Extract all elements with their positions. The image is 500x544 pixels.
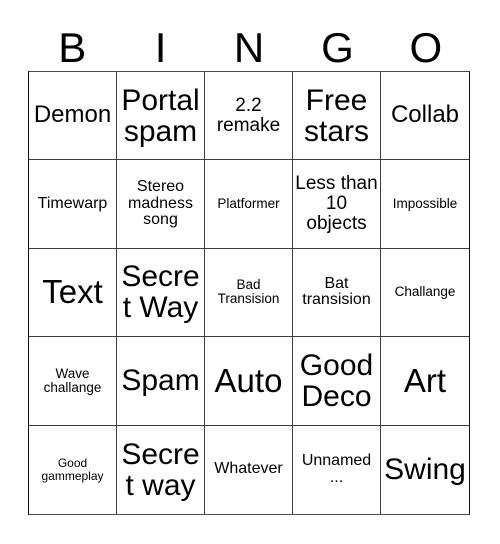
- header-letter-n: N: [233, 24, 265, 71]
- bingo-cell[interactable]: Free stars: [293, 72, 381, 161]
- bingo-cell[interactable]: Timewarp: [29, 160, 117, 249]
- bingo-cell-label: Secret way: [121, 437, 200, 502]
- bingo-cell-label: Good gammeplay: [41, 456, 104, 483]
- bingo-cell[interactable]: Good Deco: [293, 337, 381, 426]
- bingo-cell[interactable]: Portal spam: [117, 72, 205, 161]
- bingo-cell[interactable]: Art: [381, 337, 469, 426]
- bingo-cell[interactable]: Good gammeplay: [29, 425, 117, 514]
- bingo-cell[interactable]: 2.2 remake: [205, 72, 293, 161]
- bingo-cell-label: Whatever: [214, 460, 283, 478]
- header-letter-b: B: [58, 24, 87, 71]
- bingo-cell-label: Secret Way: [121, 260, 200, 325]
- bingo-cell-label: Portal spam: [121, 83, 200, 148]
- bingo-cell[interactable]: Stereo madness song: [117, 160, 205, 249]
- bingo-cell[interactable]: Less than 10 objects: [293, 160, 381, 249]
- bingo-cell[interactable]: Collab: [381, 72, 469, 161]
- bingo-cell-label: Good Deco: [299, 348, 374, 413]
- bingo-cell-label: Impossible: [392, 196, 458, 212]
- bingo-cell-label: Auto: [214, 361, 283, 399]
- bingo-cell-label: Text: [42, 273, 103, 311]
- bingo-cell[interactable]: Secret way: [117, 425, 205, 514]
- bingo-cell[interactable]: Impossible: [381, 160, 469, 249]
- bingo-cell[interactable]: Spam: [117, 337, 205, 426]
- bingo-cell-label: Timewarp: [37, 194, 108, 212]
- header-letter-i: I: [154, 24, 167, 71]
- bingo-cell[interactable]: Text: [29, 248, 117, 338]
- bingo-cell[interactable]: Bad Transision: [205, 248, 293, 338]
- bingo-cell[interactable]: Auto: [205, 337, 293, 426]
- bingo-card: B I N G O Demon Portal spam 2.2 remake F…: [0, 0, 500, 544]
- bingo-cell[interactable]: Challange: [381, 248, 469, 338]
- bingo-cell[interactable]: Demon: [29, 72, 117, 161]
- header-letter-o: O: [409, 24, 443, 71]
- bingo-cell-label: Swing: [384, 453, 466, 487]
- bingo-cell[interactable]: Platformer: [205, 160, 293, 249]
- bingo-cell-label: Less than 10 objects: [295, 173, 378, 234]
- bingo-cell[interactable]: Unnamed ...: [293, 425, 381, 514]
- bingo-cell-label: Wave challange: [43, 365, 102, 395]
- bingo-cell-label: Platformer: [217, 196, 280, 212]
- bingo-grid: Demon Portal spam 2.2 remake Free stars …: [28, 71, 470, 515]
- bingo-cell-label: Bad Transision: [217, 277, 280, 307]
- bingo-cell-label: Art: [403, 361, 447, 399]
- header-letter-g: G: [321, 24, 354, 71]
- bingo-cell-label: Free stars: [303, 83, 369, 148]
- bingo-cell[interactable]: Secret Way: [117, 248, 205, 338]
- bingo-cell[interactable]: Swing: [381, 425, 469, 514]
- bingo-cell-label: Challange: [394, 284, 456, 300]
- bingo-cell[interactable]: Bat transision: [293, 248, 381, 338]
- bingo-cell-label: 2.2 remake: [216, 94, 281, 136]
- bingo-cell-label: Bat transision: [302, 274, 371, 309]
- bingo-cell-label: Unnamed ...: [301, 452, 372, 486]
- bingo-cell-label: Demon: [33, 101, 112, 129]
- bingo-header-row: B I N G O: [28, 17, 470, 71]
- bingo-cell[interactable]: Wave challange: [29, 337, 117, 426]
- bingo-cell-label: Spam: [121, 364, 200, 398]
- bingo-cell-label: Collab: [390, 101, 460, 129]
- bingo-cell-label: Stereo madness song: [128, 178, 193, 229]
- bingo-cell[interactable]: Whatever: [205, 425, 293, 514]
